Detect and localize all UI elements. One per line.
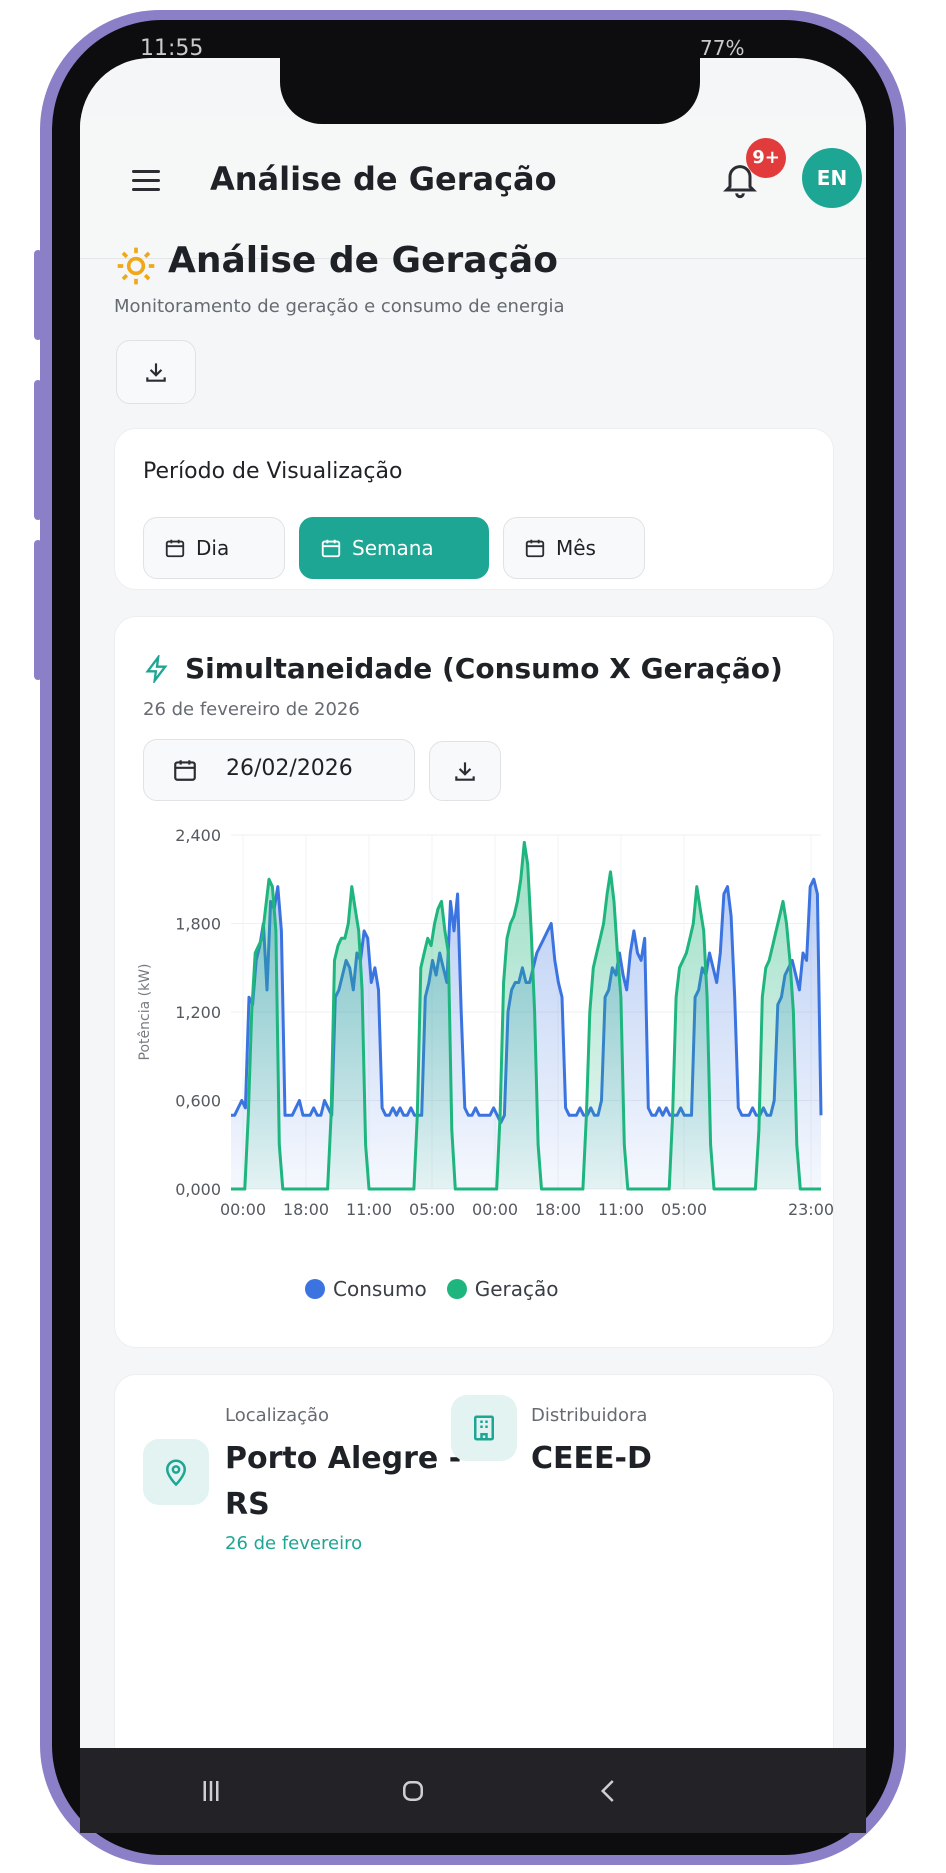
x-tick-label: 00:00 <box>220 1200 266 1219</box>
location-value-line1: Porto Alegre - <box>225 1441 462 1476</box>
x-tick-label: 05:00 <box>661 1200 707 1219</box>
notification-badge: 9+ <box>746 138 786 178</box>
menu-icon[interactable] <box>132 170 160 192</box>
y-tick-label: 2,400 <box>175 826 221 845</box>
location-value-line2: RS <box>225 1487 270 1522</box>
page-title: Análise de Geração <box>168 240 558 281</box>
recent-apps-icon[interactable] <box>196 1776 226 1806</box>
y-axis-label: Potência (kW) <box>137 964 153 1061</box>
x-tick-label: 00:00 <box>472 1200 518 1219</box>
x-tick-label: 23:00 <box>788 1200 833 1219</box>
x-tick-label: 05:00 <box>409 1200 455 1219</box>
volume-down-button <box>34 380 42 520</box>
distributor-icon-box <box>451 1395 517 1461</box>
y-tick-label: 1,200 <box>175 1003 221 1022</box>
avatar[interactable]: EN <box>802 148 862 208</box>
distributor-value: CEEE-D <box>531 1441 652 1476</box>
x-tick-label: 18:00 <box>283 1200 329 1219</box>
period-label: Período de Visualização <box>143 459 403 484</box>
info-card: Localização Porto Alegre - RS 26 de feve… <box>114 1374 834 1748</box>
camera-notch <box>280 58 700 124</box>
back-icon[interactable] <box>594 1776 624 1806</box>
page-subtitle: Monitoramento de geração e consumo de en… <box>114 296 565 317</box>
simultaneity-title: Simultaneidade (Consumo X Geração) <box>185 652 783 685</box>
period-day-button[interactable]: Dia <box>143 517 285 579</box>
calendar-icon <box>174 760 196 781</box>
location-icon-box <box>143 1439 209 1505</box>
x-tick-label: 11:00 <box>346 1200 392 1219</box>
simultaneity-date-caption: 26 de fevereiro de 2026 <box>143 699 360 720</box>
simultaneity-card: Simultaneidade (Consumo X Geração) 26 de… <box>114 616 834 1348</box>
sun-icon <box>117 247 155 285</box>
period-month-label: Mês <box>556 536 596 560</box>
location-date: 26 de fevereiro <box>225 1533 363 1554</box>
x-tick-label: 18:00 <box>535 1200 581 1219</box>
period-week-button[interactable]: Semana <box>299 517 489 579</box>
status-battery: 77% <box>700 36 745 60</box>
app-bar-title: Análise de Geração <box>210 160 557 198</box>
period-day-label: Dia <box>196 536 230 560</box>
legend-consumo[interactable]: Consumo <box>333 1277 427 1301</box>
building-icon <box>474 1415 494 1441</box>
distributor-label: Distribuidora <box>531 1405 648 1426</box>
calendar-icon <box>525 539 545 558</box>
app-bar: Análise de Geração 9+ EN <box>80 118 866 259</box>
download-icon <box>455 762 475 781</box>
side-button <box>34 540 42 680</box>
status-time: 11:55 <box>140 36 204 61</box>
legend-swatch-geracao <box>446 1279 467 1299</box>
legend-geracao[interactable]: Geração <box>475 1277 559 1301</box>
y-tick-label: 1,800 <box>175 915 221 934</box>
app-screen: Análise de Geração 9+ EN Análise de Gera… <box>80 58 866 1748</box>
calendar-icon <box>321 539 341 558</box>
map-pin-icon <box>165 1459 187 1487</box>
legend-swatch-consumo <box>305 1279 325 1299</box>
period-week-label: Semana <box>352 536 434 560</box>
x-tick-label: 11:00 <box>598 1200 644 1219</box>
export-button[interactable] <box>116 340 196 404</box>
system-nav-bar <box>80 1748 866 1833</box>
chart-legend: Consumo Geração <box>305 1277 558 1301</box>
date-value: 26/02/2026 <box>226 756 353 781</box>
period-month-button[interactable]: Mês <box>503 517 645 579</box>
y-tick-label: 0,000 <box>175 1180 221 1199</box>
lightning-icon <box>145 655 168 683</box>
volume-up-button <box>34 250 42 340</box>
location-label: Localização <box>225 1405 330 1426</box>
calendar-icon <box>165 539 185 558</box>
chart-download-button[interactable] <box>429 741 501 801</box>
download-icon <box>146 363 166 382</box>
home-icon[interactable] <box>398 1776 428 1806</box>
period-card: Período de Visualização Dia Semana Mês <box>114 428 834 590</box>
simultaneity-chart: 0,000 0,600 1,200 1,800 2,400 00:00 18:00 11:00… <box>137 826 833 1219</box>
date-picker[interactable]: 26/02/2026 <box>143 739 415 801</box>
y-tick-label: 0,600 <box>175 1092 221 1111</box>
